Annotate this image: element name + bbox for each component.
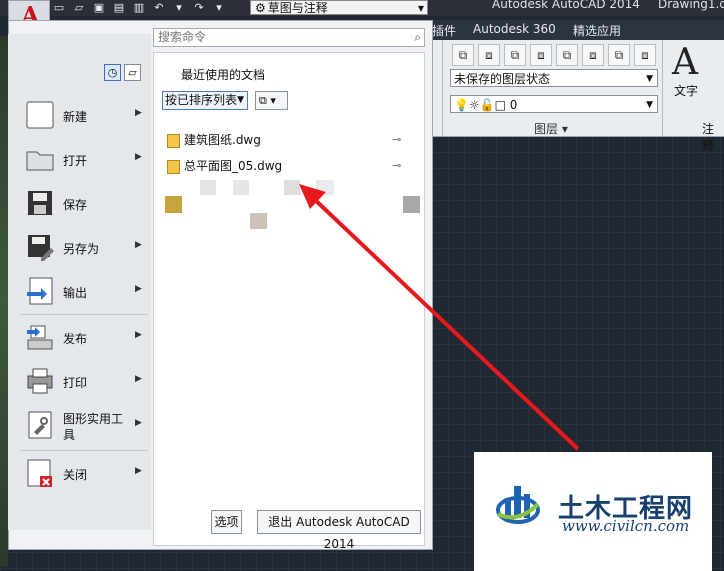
arrow-line (310, 195, 580, 451)
watermark-url: www.civilcn.com (562, 517, 690, 535)
watermark: 土木工程网 www.civilcn.com (474, 452, 712, 571)
civilcn-logo-icon (496, 486, 540, 524)
